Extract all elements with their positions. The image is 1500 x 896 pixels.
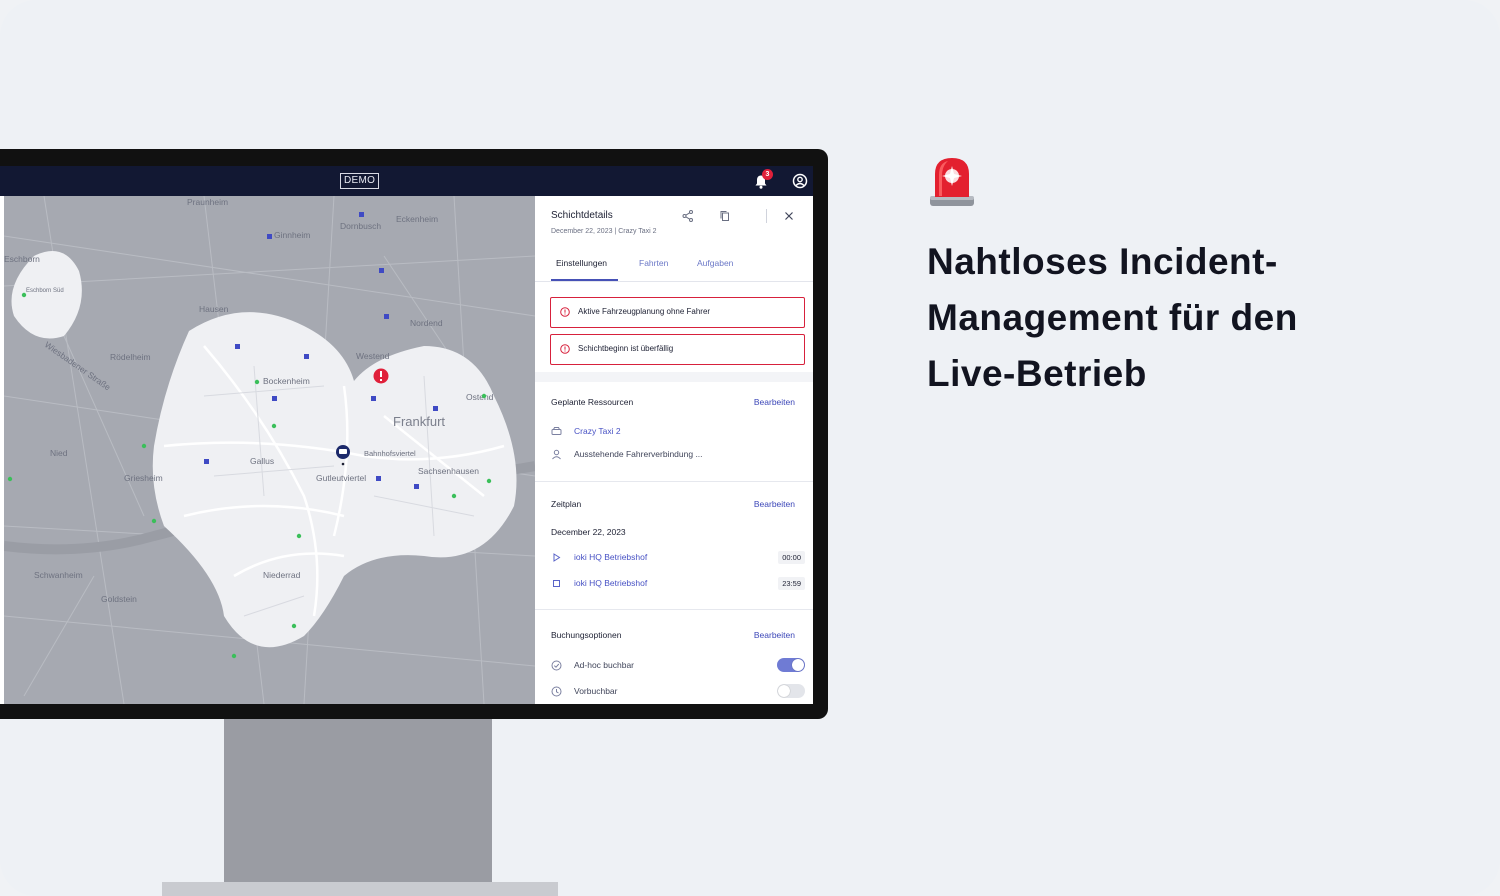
schedule-edit-link[interactable]: Bearbeiten [754,499,795,509]
map-label: Sachsenhausen [418,466,479,476]
map-label: Gallus [250,456,274,466]
map-label: Eckenheim [396,214,438,224]
driver-status: Ausstehende Fahrerverbindung ... [574,449,703,459]
schedule-title: Zeitplan [551,499,582,509]
monitor-base [162,882,558,896]
warning-icon [560,344,570,354]
headline-line-1: Nahtloses Incident- [927,241,1278,282]
map-label: Ginnheim [274,230,310,240]
share-icon[interactable] [681,209,695,223]
map-label: Bockenheim [263,376,310,386]
map-label: Goldstein [101,594,137,604]
map-label: Nied [50,448,68,458]
play-icon [553,553,561,562]
start-location-link[interactable]: ioki HQ Betriebshof [574,552,647,562]
section-divider [535,609,813,610]
app-screen: DEMO 3 Praunheim Eckenheim Ginnheim Dorn… [0,166,813,704]
booking-title: Buchungsoptionen [551,630,622,640]
tab-aufgaben[interactable]: Aufgaben [697,258,733,268]
map-label: Schwanheim [34,570,83,580]
alert-shift-overdue[interactable]: Schichtbeginn ist überfällig [550,334,805,365]
map-label: Frankfurt [393,414,445,429]
map-label: Eschborn Süd [26,288,64,294]
map-label: Westend [356,351,390,361]
prebook-toggle[interactable] [777,684,805,698]
map-label: Griesheim [124,473,163,483]
map-label: Dornbusch [340,221,381,231]
resources-edit-link[interactable]: Bearbeiten [754,397,795,407]
demo-badge: DEMO [340,173,380,189]
stop-icon [553,580,560,587]
panel-subtitle: December 22, 2023 | Crazy Taxi 2 [551,228,657,235]
end-location-link[interactable]: ioki HQ Betriebshof [574,578,647,588]
section-divider [535,481,813,482]
schedule-date: December 22, 2023 [551,527,626,537]
close-icon[interactable] [782,209,796,223]
siren-icon [930,158,974,206]
start-time: 00:00 [778,551,805,564]
user-account-icon[interactable] [792,173,808,189]
resources-title: Geplante Ressourcen [551,397,634,407]
tab-fahrten[interactable]: Fahrten [639,258,668,268]
shift-details-panel: Schichtdetails December 22, 2023 | Crazy… [535,196,813,704]
booking-edit-link[interactable]: Bearbeiten [754,630,795,640]
active-tab-indicator [551,279,618,281]
tab-einstellungen[interactable]: Einstellungen [556,258,607,268]
header-divider [766,209,767,223]
clock-icon [551,686,562,697]
map-label: Rödelheim [110,352,151,362]
section-gap [535,372,813,382]
map-label: Niederrad [263,570,301,580]
check-circle-icon [551,660,562,671]
headline-line-2: Management für den [927,297,1298,338]
map-label: Bahnhofsviertel [364,449,416,458]
map-label: Hausen [199,304,229,314]
map-label: Nordend [410,318,443,328]
monitor-stand [224,718,492,896]
warning-icon [560,307,570,317]
panel-title: Schichtdetails [551,210,613,221]
adhoc-label: Ad-hoc buchbar [574,660,635,670]
map-label: Ostend [466,392,494,402]
end-time: 23:59 [778,577,805,590]
map-label: Eschborn [4,254,40,264]
map-label: Gutleutviertel [316,473,366,483]
copy-icon[interactable] [718,209,732,223]
driver-icon [552,449,561,460]
alert-text: Schichtbeginn ist überfällig [578,344,674,353]
headline-line-3: Live-Betrieb [927,353,1147,394]
car-icon [551,427,562,435]
top-navbar: DEMO 3 [0,166,813,196]
prebook-label: Vorbuchbar [574,686,618,696]
map-view[interactable]: Praunheim Eckenheim Ginnheim Dornbusch E… [4,196,535,704]
notification-badge: 3 [762,169,773,180]
adhoc-toggle[interactable] [777,658,805,672]
map-label: Praunheim [187,197,228,207]
alert-text: Aktive Fahrzeugplanung ohne Fahrer [578,307,711,316]
vehicle-link[interactable]: Crazy Taxi 2 [574,426,621,436]
promo-card: Nahtloses Incident- Management für den L… [0,0,1500,896]
headline: Nahtloses Incident- Management für den L… [927,234,1447,402]
alert-no-driver[interactable]: Aktive Fahrzeugplanung ohne Fahrer [550,297,805,328]
tab-bar: Einstellungen Fahrten Aufgaben [535,251,813,282]
